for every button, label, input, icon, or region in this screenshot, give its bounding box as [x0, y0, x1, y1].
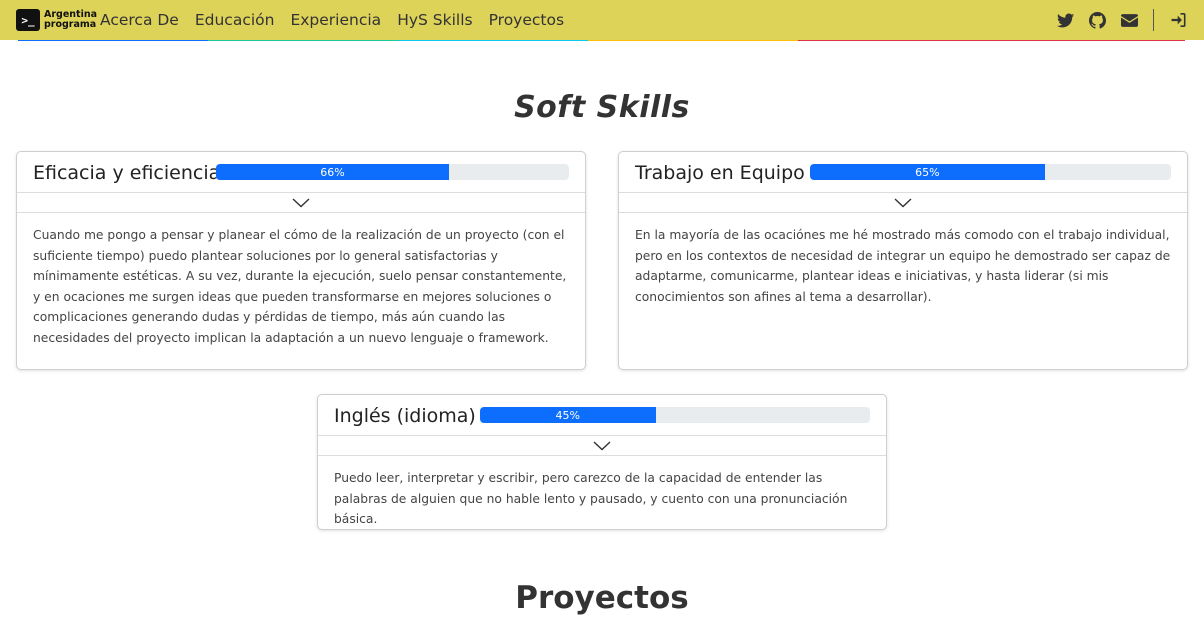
navbar: >_ Argentina programa Acerca De Educació… — [0, 0, 1204, 40]
skill-name: Trabajo en Equipo — [635, 162, 805, 184]
skill-card-header: Eficacia y eficiencia 66% — [17, 152, 585, 192]
skill-card-eficacia: Eficacia y eficiencia 66% Cuando me pong… — [16, 151, 586, 370]
skill-card-trabajo-en-equipo: Trabajo en Equipo 65% En la mayoría de l… — [618, 151, 1188, 370]
chevron-down-icon — [292, 197, 310, 207]
skill-description: Puedo leer, interpretar y escribir, pero… — [334, 471, 848, 526]
skill-card-ingles: Inglés (idioma) 45% Puedo leer, interpre… — [317, 394, 887, 530]
nav-icons — [1043, 0, 1188, 40]
github-icon[interactable] — [1087, 10, 1107, 30]
skill-card-header: Trabajo en Equipo 65% — [619, 152, 1187, 192]
terminal-logo-icon: >_ — [16, 9, 40, 31]
nav-divider — [1153, 9, 1154, 31]
collapse-toggle[interactable] — [619, 192, 1187, 213]
twitter-icon[interactable] — [1055, 10, 1075, 30]
skill-card-header: Inglés (idioma) 45% — [318, 395, 886, 435]
collapse-toggle[interactable] — [318, 435, 886, 456]
projects-title: Proyectos — [515, 580, 689, 616]
nav-link-acerca-de[interactable]: Acerca De — [100, 11, 179, 29]
skill-progress-bar: 66% — [216, 164, 569, 180]
nav-link-experiencia[interactable]: Experiencia — [290, 11, 381, 29]
brand-name: Argentina programa — [44, 10, 97, 30]
brand-line-2: programa — [44, 19, 97, 30]
nav-link-hys-skills[interactable]: HyS Skills — [397, 11, 472, 29]
nav-link-educacion[interactable]: Educación — [195, 11, 275, 29]
skill-progress-fill: 45% — [480, 407, 656, 423]
envelope-icon[interactable] — [1119, 10, 1139, 30]
skill-progress-bar: 65% — [810, 164, 1171, 180]
skill-name: Eficacia y eficiencia — [33, 162, 221, 184]
nav-link-proyectos[interactable]: Proyectos — [489, 11, 564, 29]
skill-description: Cuando me pongo a pensar y planear el có… — [33, 228, 567, 345]
soft-skills-title: Soft Skills — [514, 90, 690, 125]
skill-progress-fill: 65% — [810, 164, 1045, 180]
chevron-down-icon — [894, 197, 912, 207]
skill-name: Inglés (idioma) — [334, 405, 476, 427]
nav-links: Acerca De Educación Experiencia HyS Skil… — [100, 0, 580, 40]
skill-progress-fill: 66% — [216, 164, 449, 180]
collapse-toggle[interactable] — [17, 192, 585, 213]
skill-description: En la mayoría de las ocaciónes me hé mos… — [635, 228, 1171, 304]
skill-progress-bar: 45% — [480, 407, 870, 423]
brand-logo[interactable]: >_ Argentina programa — [16, 9, 97, 31]
chevron-down-icon — [593, 440, 611, 450]
login-icon[interactable] — [1168, 10, 1188, 30]
